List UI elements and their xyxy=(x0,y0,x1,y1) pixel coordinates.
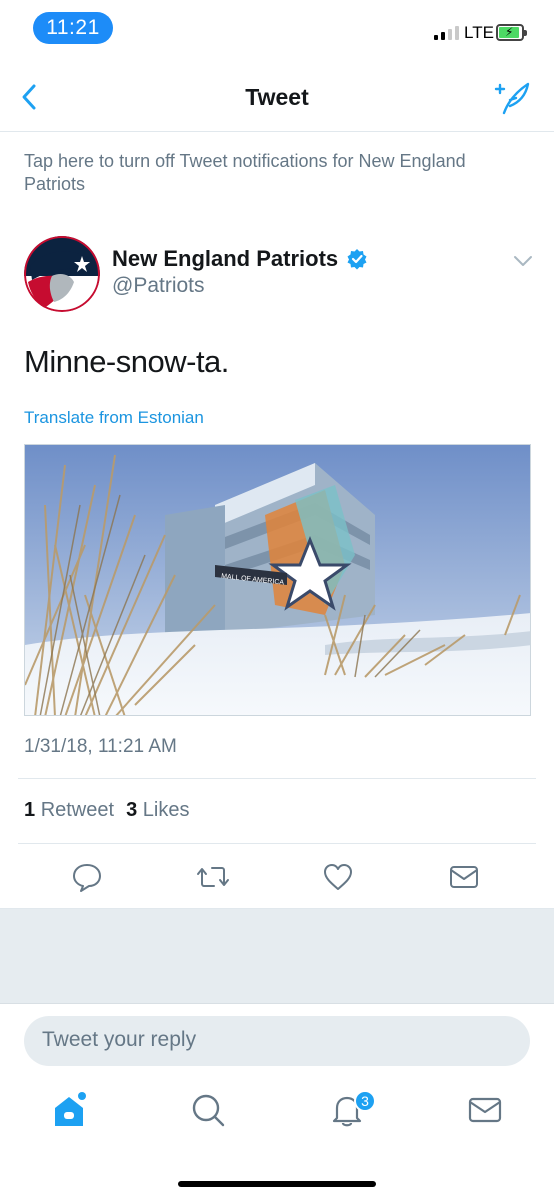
battery-icon: ⚡ xyxy=(496,24,527,41)
author-handle[interactable]: @Patriots xyxy=(112,274,205,298)
translate-link[interactable]: Translate from Estonian xyxy=(24,408,204,428)
tweet-action-bar xyxy=(0,852,554,902)
network-type: LTE xyxy=(464,23,494,42)
like-icon[interactable] xyxy=(321,860,355,894)
tweet-stats: 1 Retweet 3 Likes xyxy=(24,799,189,822)
status-bar: 11:21 LTE ⚡ xyxy=(0,0,554,60)
home-icon[interactable] xyxy=(49,1090,89,1130)
page-title: Tweet xyxy=(245,84,309,110)
tweet-photo[interactable]: MALL OF AMERICA xyxy=(24,444,531,716)
avatar[interactable] xyxy=(24,236,100,312)
nav-bar: Tweet xyxy=(0,60,554,132)
tweet-timestamp: 1/31/18, 11:21 AM xyxy=(24,736,177,757)
reply-icon[interactable] xyxy=(70,860,104,894)
author-name-row[interactable]: New England Patriots xyxy=(112,246,368,272)
home-indicator[interactable] xyxy=(178,1181,376,1187)
chevron-down-icon[interactable] xyxy=(512,254,534,268)
search-icon[interactable] xyxy=(188,1090,228,1130)
author-name: New England Patriots xyxy=(112,246,339,271)
retweet-count: 1 xyxy=(24,799,36,821)
verified-badge-icon xyxy=(347,249,367,270)
reply-input[interactable]: Tweet your reply xyxy=(24,1016,530,1066)
tweet-text: Minne-snow-ta. xyxy=(24,344,229,379)
compose-tweet-icon[interactable] xyxy=(490,80,532,116)
notifications-badge: 3 xyxy=(354,1090,376,1112)
like-count-link[interactable]: 3 Likes xyxy=(126,799,189,822)
tab-bar xyxy=(0,1080,554,1150)
share-icon[interactable] xyxy=(447,860,481,894)
divider xyxy=(18,778,536,779)
content-spacer xyxy=(0,908,554,1004)
charging-bolt-icon: ⚡ xyxy=(505,25,514,39)
retweet-count-link[interactable]: 1 Retweet xyxy=(24,799,114,822)
like-count: 3 xyxy=(126,799,138,821)
status-time[interactable]: 11:21 xyxy=(33,12,113,44)
retweet-icon[interactable] xyxy=(196,860,230,894)
retweet-label: Retweet xyxy=(40,799,115,821)
messages-icon[interactable] xyxy=(465,1090,505,1130)
divider xyxy=(18,843,536,844)
signal-strength-icon xyxy=(434,26,459,40)
like-label: Likes xyxy=(142,799,190,821)
notification-toggle-link[interactable]: Tap here to turn off Tweet notifications… xyxy=(24,150,504,196)
